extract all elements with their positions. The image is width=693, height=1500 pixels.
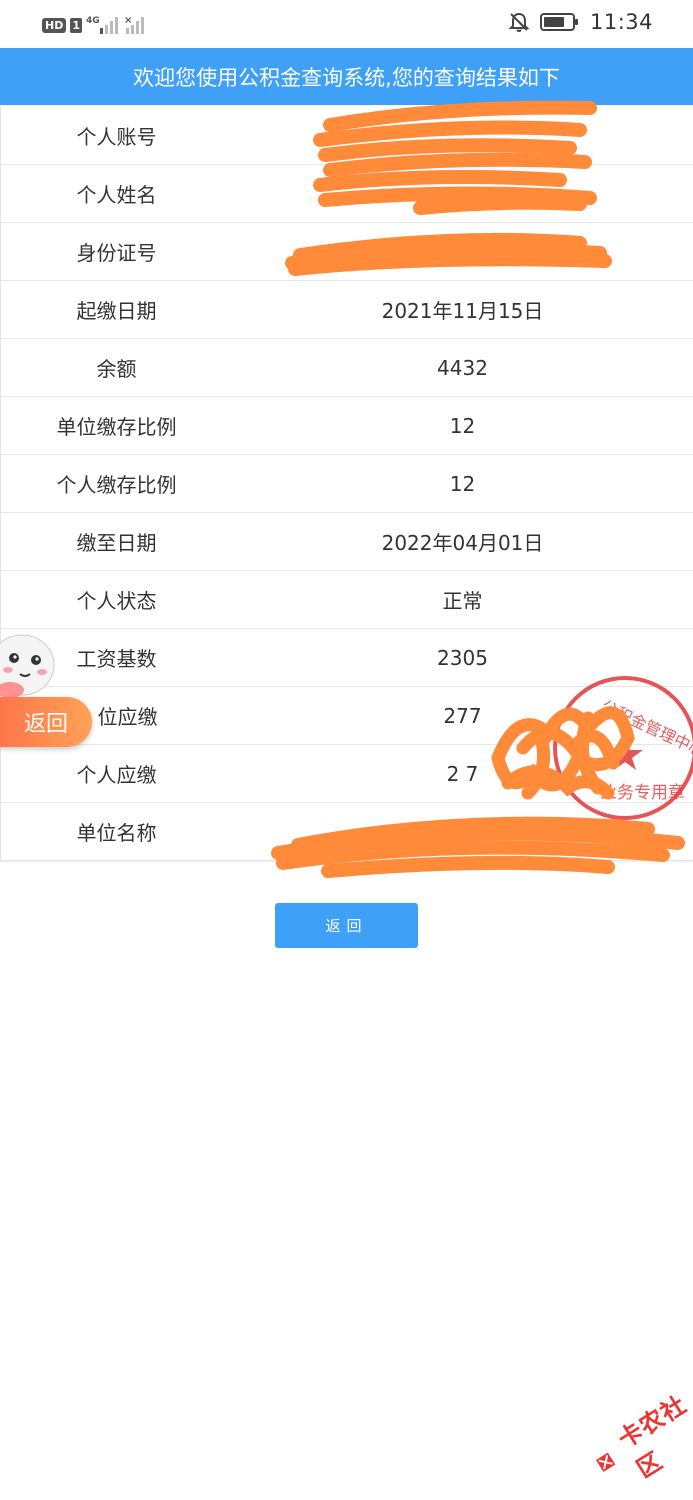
row-value: 4432 bbox=[437, 355, 488, 380]
table-row: 身份证号 bbox=[1, 222, 693, 280]
row-value: 12 bbox=[449, 413, 476, 438]
row-label: 单位缴存比例 bbox=[56, 415, 177, 439]
svg-text:×: × bbox=[124, 15, 132, 26]
table-row: 个人账号 bbox=[1, 106, 693, 164]
table-row: 单位缴存比例 12 bbox=[1, 396, 693, 454]
row-label: 起缴日期 bbox=[76, 299, 157, 323]
row-label: 个人账号 bbox=[76, 124, 157, 149]
table-row: 个人姓名 bbox=[1, 164, 693, 222]
row-label: 个人姓名 bbox=[76, 183, 157, 207]
status-right: 11:34 bbox=[508, 10, 653, 34]
row-value: 2305 bbox=[437, 645, 488, 670]
page-title: 欢迎您使用公积金查询系统,您的查询结果如下 bbox=[0, 48, 693, 105]
row-label: 余额 bbox=[96, 357, 137, 381]
table-row: 余额 4432 bbox=[1, 338, 693, 396]
floating-return-button[interactable]: 返回 bbox=[0, 697, 92, 747]
table-row: 个人缴存比例 12 bbox=[1, 454, 693, 512]
row-label: 缴至日期 bbox=[76, 531, 157, 555]
svg-text:业务专用章: 业务专用章 bbox=[600, 783, 685, 803]
status-bar: HD 1 4G × 11:34 bbox=[0, 0, 693, 48]
signal-icon: 4G × bbox=[86, 15, 144, 34]
official-stamp: 公积金管理中心 业务专用章 bbox=[553, 676, 693, 820]
status-left: HD 1 4G × bbox=[42, 14, 144, 36]
sim-badge: 1 bbox=[70, 17, 82, 33]
row-value: 2022年04月01日 bbox=[381, 531, 544, 555]
network-type-label: 4G bbox=[86, 16, 100, 26]
row-value: 正常 bbox=[442, 589, 483, 613]
row-label: 单位名称 bbox=[76, 821, 157, 845]
row-label: 个人状态 bbox=[76, 589, 157, 613]
battery-icon bbox=[539, 13, 578, 31]
row-value: 12 bbox=[449, 471, 476, 496]
status-time: 11:34 bbox=[589, 10, 653, 34]
hd-badge: HD bbox=[42, 17, 67, 33]
table-row: 缴至日期 2022年04月01日 bbox=[1, 512, 693, 570]
row-label: 个人缴存比例 bbox=[56, 473, 177, 497]
table-row: 起缴日期 2021年11月15日 bbox=[1, 280, 693, 338]
row-label: 个人应缴 bbox=[76, 763, 157, 787]
mute-bell-icon bbox=[508, 12, 530, 32]
mascot-icon[interactable] bbox=[0, 630, 60, 700]
table-row: 个人状态 正常 bbox=[1, 570, 693, 628]
return-button[interactable]: 返回 bbox=[275, 903, 418, 948]
row-value: 2021年11月15日 bbox=[381, 299, 544, 323]
row-label: 身份证号 bbox=[76, 241, 157, 265]
